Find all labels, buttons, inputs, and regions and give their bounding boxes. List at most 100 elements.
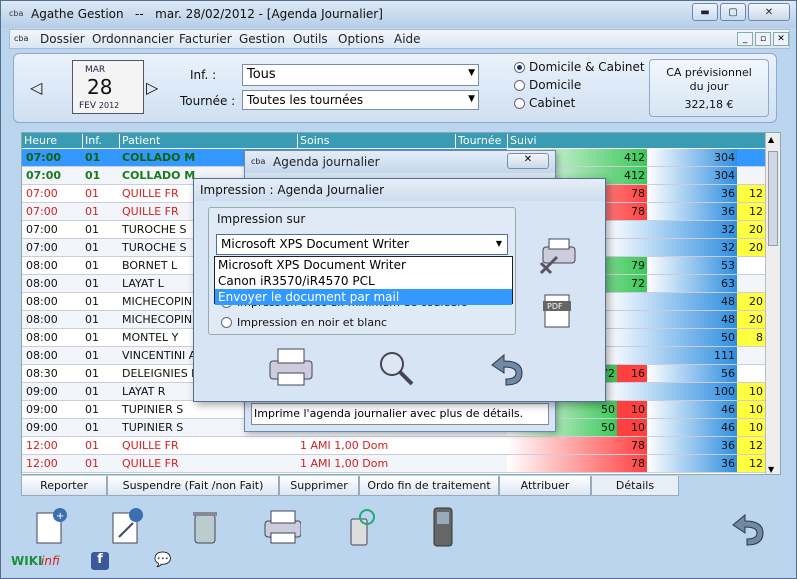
ca-label: CA prévisionnel <box>666 66 752 79</box>
col-heure[interactable]: Heure <box>22 134 82 148</box>
back-arrow-icon[interactable] <box>721 505 771 549</box>
dialog-back-close-button[interactable]: ✕ <box>507 153 549 169</box>
tab-ordo-fin[interactable]: Ordo fin de traitement <box>359 476 499 496</box>
tab-reporter[interactable]: Reporter <box>21 476 107 496</box>
new-document-icon[interactable]: + <box>31 505 71 549</box>
menu-facturier[interactable]: Facturier <box>179 32 232 46</box>
col-patient[interactable]: Patient <box>119 134 297 148</box>
cell-heure: 09:00 <box>26 421 58 434</box>
suivi-bar: 20 <box>737 293 765 310</box>
col-soins[interactable]: Soins <box>297 134 455 148</box>
table-row[interactable]: 12:00 01 QUILLE FR 1 AMI 1,00 Dom 78 36 12 <box>22 437 766 455</box>
prev-day-arrow-icon[interactable]: ◁ <box>30 78 42 97</box>
cell-heure: 08:00 <box>26 313 58 326</box>
table-row[interactable]: 12:00 01 QUILLE FR 1 AMI 1,00 Dom 78 36 12 <box>22 455 766 473</box>
calendar-month-top: MAR <box>85 65 106 75</box>
menu-aide[interactable]: Aide <box>394 32 421 46</box>
tournee-label: Tournée : <box>180 94 236 108</box>
radio-domicile-cabinet[interactable]: Domicile & Cabinet <box>514 60 645 74</box>
ca-sublabel: du jour <box>689 80 729 93</box>
menu-outils[interactable]: Outils <box>293 32 328 46</box>
calendar-widget[interactable]: MAR 28 FEV 2012 <box>72 60 144 114</box>
printer-dropdown-list: Microsoft XPS Document Writer Canon iR35… <box>214 256 513 305</box>
printer-option[interactable]: Envoyer le document par mail <box>215 289 512 305</box>
printer-option[interactable]: Microsoft XPS Document Writer <box>215 257 512 273</box>
cell-patient: MONTEL Y <box>122 331 179 344</box>
cell-patient: MICHECOPIN T <box>122 295 203 308</box>
mobile-device-icon[interactable] <box>423 505 463 549</box>
radio-domicile[interactable]: Domicile <box>514 78 581 92</box>
radio-noir-blanc[interactable]: Impression en noir et blanc <box>221 316 387 329</box>
suivi-bar: 304 <box>647 149 737 166</box>
next-day-arrow-icon[interactable]: ▷ <box>146 78 158 97</box>
suivi-bar: 32 <box>607 221 737 238</box>
printer-select[interactable]: Microsoft XPS Document Writer ▼ <box>216 234 508 255</box>
suivi-bar: 304 <box>647 167 737 184</box>
facebook-icon[interactable]: f <box>91 552 109 570</box>
cell-inf: 01 <box>85 205 99 218</box>
calendar-month-bottom: FEV 2012 <box>79 101 120 111</box>
cell-inf: 01 <box>85 457 99 470</box>
suivi-bar: 53 <box>647 257 737 274</box>
mdi-close-button[interactable]: ✕ <box>773 32 789 46</box>
tab-supprimer[interactable]: Supprimer <box>279 476 359 496</box>
infi-link[interactable]: infi <box>41 554 60 568</box>
mdi-minimize-button[interactable]: _ <box>737 32 753 46</box>
cancel-back-arrow-icon[interactable] <box>478 345 532 389</box>
title-bar: cba Agathe Gestion -- mar. 28/02/2012 - … <box>1 1 796 28</box>
col-tournee[interactable]: Tournée <box>455 134 507 148</box>
action-tabs: Reporter Suspendre (Fait /non Fait) Supp… <box>21 476 781 496</box>
suivi-bar: 48 <box>607 311 737 328</box>
radio-cabinet[interactable]: Cabinet <box>514 96 575 110</box>
preview-magnifier-icon[interactable] <box>374 347 418 389</box>
suivi-bar: 36 <box>647 455 737 472</box>
cell-inf: 01 <box>85 259 99 272</box>
col-inf[interactable]: Inf. <box>82 134 119 148</box>
trash-icon[interactable] <box>185 505 225 549</box>
minimize-button[interactable]: ▬ <box>692 3 718 21</box>
menu-ordonnancier[interactable]: Ordonnancier <box>92 32 174 46</box>
mdi-app-icon[interactable]: cba <box>14 34 28 43</box>
close-button[interactable]: ✕ <box>748 3 790 21</box>
cell-heure: 08:00 <box>26 331 58 344</box>
grid-scrollbar[interactable]: ▲ ▼ <box>765 133 780 474</box>
mdi-restore-button[interactable]: ▫ <box>755 32 771 46</box>
cell-patient: QUILLE FR <box>122 439 179 452</box>
edit-document-icon[interactable] <box>107 505 147 549</box>
suivi-bar: 12 <box>737 455 765 472</box>
cell-patient: MICHECOPIN T <box>122 313 203 326</box>
cell-inf: 01 <box>85 313 99 326</box>
scroll-up-icon: ▲ <box>768 135 775 144</box>
suivi-bar: 10 <box>737 383 765 400</box>
cell-heure: 12:00 <box>26 439 58 452</box>
print-button-icon[interactable] <box>264 345 318 389</box>
chat-icon[interactable]: 💬 <box>154 552 171 568</box>
suivi-bar: 10 <box>617 401 647 418</box>
maximize-button[interactable]: ▢ <box>720 3 746 21</box>
menu-gestion[interactable]: Gestion <box>239 32 285 46</box>
tab-details[interactable]: Détails <box>591 476 679 496</box>
pdf-icon[interactable]: PDF <box>540 291 576 331</box>
cell-patient: TUPINIER S <box>122 421 184 434</box>
inf-select[interactable]: Tous ▼ <box>242 64 479 86</box>
phone-icon[interactable] <box>339 505 379 549</box>
ca-previsionnel-box: CA prévisionnel du jour 322,18 € <box>649 59 769 117</box>
printer-option[interactable]: Canon iR3570/iR4570 PCL <box>215 273 512 289</box>
tab-suspendre[interactable]: Suspendre (Fait /non Fait) <box>107 476 279 496</box>
cell-inf: 01 <box>85 187 99 200</box>
cell-heure: 09:00 <box>26 403 58 416</box>
suivi-bar: 20 <box>737 239 765 256</box>
cell-heure: 07:00 <box>26 169 62 182</box>
tab-attribuer[interactable]: Attribuer <box>499 476 591 496</box>
suivi-bar: 46 <box>647 419 737 436</box>
cell-patient: VINCENTINI A <box>122 349 197 362</box>
printer-settings-icon[interactable] <box>536 237 580 277</box>
col-suivi[interactable]: Suivi <box>507 134 766 148</box>
tournee-select[interactable]: Toutes les tournées ▼ <box>242 90 479 110</box>
wiki-link[interactable]: WIKI <box>11 554 42 568</box>
printer-icon[interactable] <box>261 505 301 549</box>
header-panel: ◁ MAR 28 FEV 2012 ▷ Inf. : Tous ▼ Tournée… <box>13 53 777 123</box>
menu-dossier[interactable]: Dossier <box>40 32 85 46</box>
menu-options[interactable]: Options <box>338 32 384 46</box>
suivi-bar: 63 <box>647 275 737 292</box>
